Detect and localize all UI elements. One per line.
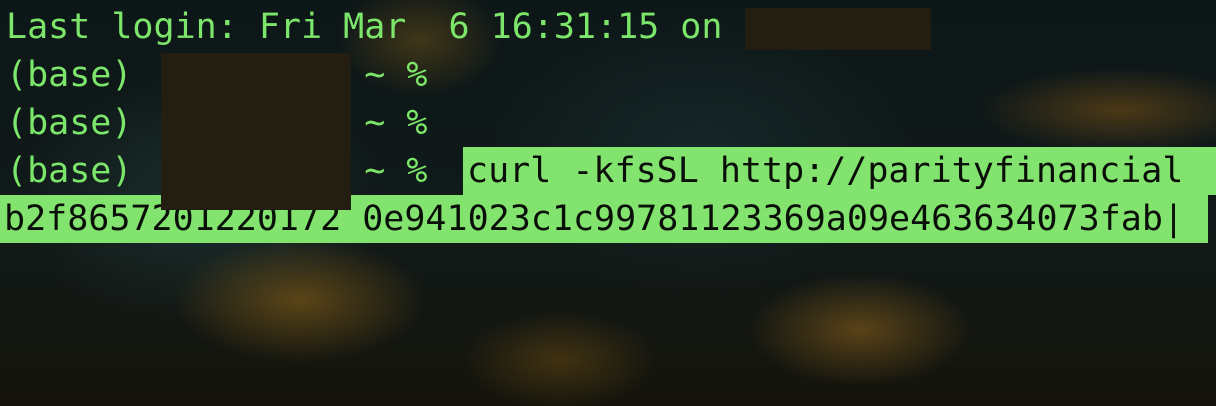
last-login-line: Last login: Fri Mar 6 16:31:15 on	[6, 7, 723, 47]
terminal-window[interactable]: Last login: Fri Mar 6 16:31:15 on (base)…	[0, 0, 1216, 406]
redacted-username	[161, 53, 351, 209]
redacted-username-overflow	[161, 200, 351, 210]
selected-command-text[interactable]: curl -kfsSL http://parityfinancial	[463, 147, 1216, 195]
redacted-hostname	[745, 8, 931, 50]
